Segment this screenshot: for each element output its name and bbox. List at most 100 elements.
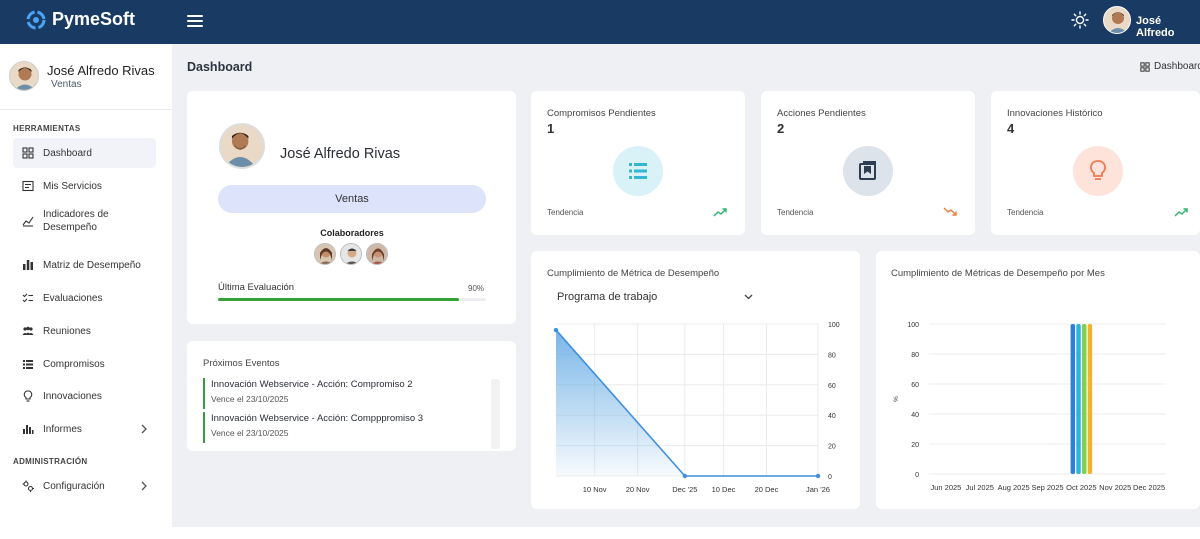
data-point	[815, 473, 821, 479]
kpi-trend-label: Tendencia	[777, 208, 814, 217]
x-tick-label: 20 Dec	[755, 485, 779, 494]
collaborator-avatar[interactable]	[366, 243, 388, 265]
sidebar-item-label: Configuración	[43, 480, 105, 492]
footer	[172, 527, 1200, 539]
event-title: Innovación Webservice - Acción: Compppro…	[211, 413, 424, 424]
section-administracion: ADMINISTRACIÓN	[13, 457, 88, 466]
user-avatar[interactable]	[1103, 6, 1131, 34]
events-card: Próximos Eventos Innovación Webservice -…	[187, 341, 516, 451]
kpi-value: 4	[1007, 121, 1015, 136]
kpi-icon-circle	[1073, 146, 1123, 196]
trend-down-icon	[943, 207, 957, 216]
bar	[1076, 324, 1081, 474]
y-tick-label: 40	[911, 412, 919, 419]
theme-toggle-icon[interactable]	[1070, 10, 1090, 30]
page-title: Dashboard	[187, 60, 253, 74]
sidebar-item-label: Innovaciones	[43, 390, 102, 402]
brand-logo[interactable]: PymeSoft	[26, 9, 135, 30]
sidebar-item-label: Matriz de Desempeño	[43, 259, 141, 271]
user-name[interactable]: José Alfredo	[1136, 15, 1200, 39]
x-tick-label: Sep 2025	[1031, 483, 1063, 492]
evaluations-icon	[22, 293, 33, 303]
section-herramientas: HERRAMIENTAS	[13, 124, 81, 133]
sidebar-item-label: Reuniones	[43, 325, 91, 337]
kpi-icon-circle	[613, 146, 663, 196]
trend-up-icon	[713, 208, 727, 217]
sidebar-item-label: Compromisos	[43, 358, 105, 370]
profile-name: José Alfredo Rivas	[280, 146, 401, 162]
sidebar-item-reuniones[interactable]: Reuniones	[13, 316, 156, 346]
sidebar-item-label: Evaluaciones	[43, 292, 103, 304]
kpi-card-acciones: Acciones Pendientes 2 Tendencia	[761, 91, 975, 235]
y-tick-label: 0	[915, 472, 919, 479]
sidebar-item-evaluaciones[interactable]: Evaluaciones	[13, 283, 156, 313]
kpi-trend-label: Tendencia	[547, 208, 584, 217]
sidebar-item-innovaciones[interactable]: Innovaciones	[13, 381, 156, 411]
line-chart: 0 20 40 60 80 100 10 Nov 20 Nov Dec '25 10 Dec 20 …	[553, 322, 840, 494]
collaborators-title: Colaboradores	[320, 228, 384, 238]
area-fill	[556, 330, 818, 476]
y-tick-label: 100	[828, 322, 840, 329]
event-due: Vence el 23/10/2025	[211, 428, 289, 438]
events-title: Próximos Eventos	[203, 358, 280, 369]
y-tick-label: 100	[907, 322, 919, 329]
last-evaluation-value: 90%	[468, 284, 485, 293]
collaborator-avatar[interactable]	[340, 243, 362, 265]
sidebar-item-mis-servicios[interactable]: Mis Servicios	[13, 171, 156, 201]
sidebar-item-matriz[interactable]: Matriz de Desempeño	[13, 250, 156, 280]
y-tick-label: 80	[911, 352, 919, 359]
chevron-right-icon	[141, 424, 147, 434]
sidebar-item-label: Informes	[43, 423, 82, 435]
sidebar-item-label: Dashboard	[43, 147, 92, 159]
breadcrumb[interactable]: Dashboard	[1140, 61, 1200, 72]
sidebar-profile: José Alfredo Rivas Ventas	[0, 44, 172, 110]
y-tick-label: 60	[911, 382, 919, 389]
y-tick-label: 40	[828, 413, 836, 420]
x-tick-label: 10 Dec	[712, 485, 736, 494]
kpi-title: Acciones Pendientes	[777, 108, 866, 119]
sidebar-item-indicadores[interactable]: Indicadores de Desempeño	[13, 203, 156, 239]
bar-chart-card: Cumplimiento de Métricas de Desempeño po…	[876, 251, 1200, 509]
sidebar-user-name: José Alfredo Rivas	[47, 63, 155, 78]
kpi-title: Innovaciones Histórico	[1007, 108, 1103, 119]
list-icon	[629, 163, 647, 179]
collaborator-avatar[interactable]	[314, 243, 336, 265]
x-tick-label: Nov 2025	[1099, 483, 1131, 492]
reports-icon	[23, 425, 34, 434]
last-evaluation-label: Última Evaluación	[218, 282, 295, 293]
event-due: Vence el 23/10/2025	[211, 394, 289, 404]
event-item[interactable]: Innovación Webservice - Acción: Compppro…	[203, 412, 483, 443]
x-tick-label: Oct 2025	[1066, 483, 1096, 492]
collaborators-list	[314, 243, 388, 265]
services-icon	[22, 180, 34, 192]
bookmark-icon	[859, 161, 876, 180]
events-scrollbar[interactable]	[491, 379, 500, 449]
kpi-trend-label: Tendencia	[1007, 208, 1044, 217]
x-tick-label: Dec '25	[672, 485, 697, 494]
event-title: Innovación Webservice - Acción: Compromi…	[211, 379, 413, 390]
department-badge: Ventas	[218, 185, 486, 213]
sidebar-item-label: Mis Servicios	[43, 180, 102, 192]
sidebar-item-dashboard[interactable]: Dashboard	[13, 138, 156, 168]
x-tick-label: 20 Nov	[626, 485, 650, 494]
trend-up-icon	[1174, 208, 1188, 217]
x-tick-label: Aug 2025	[998, 483, 1030, 492]
y-tick-label: 20	[828, 444, 836, 451]
y-tick-label: 60	[828, 383, 836, 390]
commitments-icon	[23, 360, 33, 369]
y-axis-label: %	[893, 396, 900, 402]
profile-avatar	[219, 123, 265, 169]
sidebar-user-role: Ventas	[51, 79, 82, 90]
menu-toggle-button[interactable]	[187, 13, 203, 29]
top-bar: PymeSoft José Alfredo	[0, 0, 1200, 44]
kpi-card-innovaciones: Innovaciones Histórico 4 Tendencia	[991, 91, 1200, 235]
sidebar-item-configuracion[interactable]: Configuración	[13, 471, 156, 501]
sidebar-item-informes[interactable]: Informes	[13, 414, 156, 444]
event-item[interactable]: Innovación Webservice - Acción: Compromi…	[203, 378, 483, 409]
profile-card: José Alfredo Rivas Ventas Colaboradores …	[187, 91, 516, 324]
breadcrumb-label: Dashboard	[1154, 61, 1200, 72]
bar-chart: 0 20 40 60 80 100% Jun 2025 Jul 2025 Aug 2025 Sep…	[893, 322, 1166, 492]
sidebar-item-compromisos[interactable]: Compromisos	[13, 349, 156, 379]
x-tick-label: Jun 2025	[930, 483, 961, 492]
lightbulb-icon	[1090, 160, 1106, 180]
